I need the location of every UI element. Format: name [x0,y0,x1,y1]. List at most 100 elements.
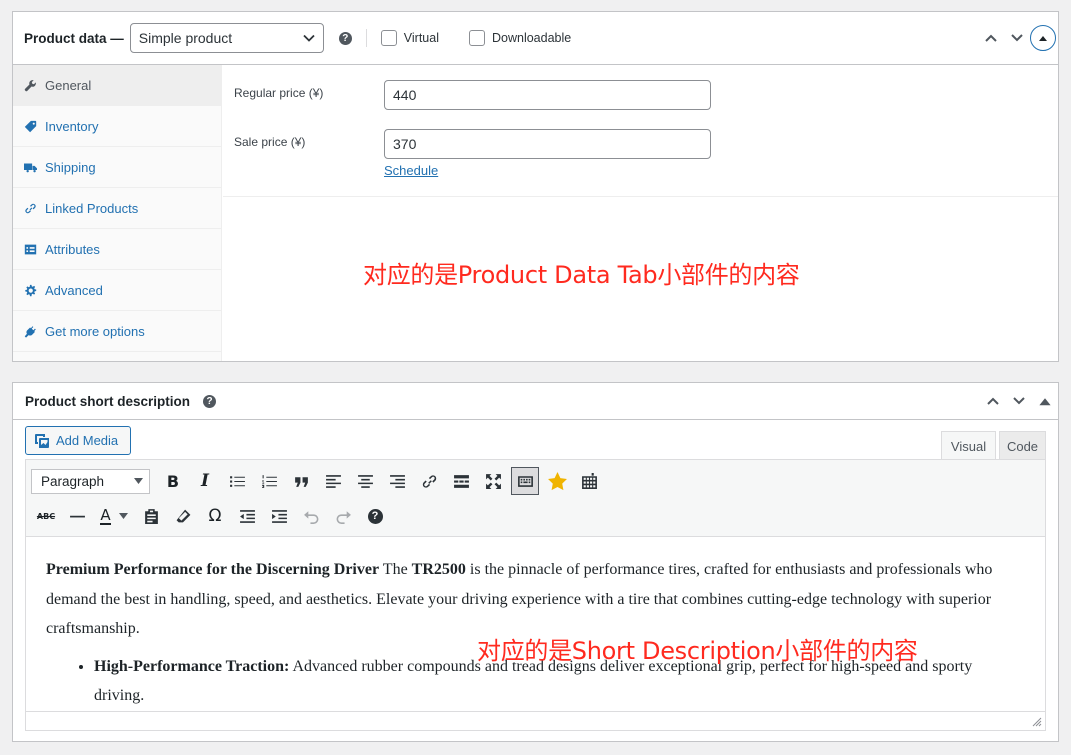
tab-inventory[interactable]: Inventory [13,106,221,147]
indent-button[interactable] [263,502,295,530]
virtual-checkbox[interactable]: Virtual [380,30,439,46]
virtual-label: Virtual [403,31,439,45]
text-color-button[interactable]: A [93,502,135,530]
tab-linked-products[interactable]: Linked Products [13,188,221,229]
tab-get-more-options[interactable]: Get more options [13,311,221,352]
toolbar-row-1: Paragraph B I [31,467,605,495]
align-center-button[interactable] [349,467,381,495]
downloadable-checkbox[interactable]: Downloadable [468,30,571,46]
add-media-label: Add Media [56,433,119,448]
move-up-button[interactable] [980,388,1006,414]
short-description-panel: Product short description ? Add Media Vi… [12,382,1059,742]
indent-icon [271,509,287,523]
keyboard-shortcuts-button[interactable]: ? [359,502,391,530]
horizontal-line-button[interactable] [61,502,93,530]
toggle-panel-button[interactable] [1030,25,1056,51]
eraser-icon [176,509,190,522]
panel-controls [980,383,1058,419]
schedule-link[interactable]: Schedule [384,163,438,178]
toggle-panel-button[interactable] [1032,388,1058,414]
triangle-down-icon [118,513,128,519]
table-grid-button[interactable] [573,467,605,495]
tab-general[interactable]: General [13,65,221,106]
bullet-title: High-Performance Traction: [94,657,290,675]
sale-price-value: 370 [393,136,417,152]
italic-icon: I [201,471,209,491]
editor-content[interactable]: Premium Performance for the Discerning D… [26,537,1045,711]
editor-resize-bar[interactable] [26,711,1045,730]
product-data-title: Product data — [24,30,124,46]
resize-grip-icon [1032,717,1042,727]
checkbox-box[interactable] [468,30,485,46]
wrench-icon [23,78,37,92]
triangle-up-icon [1039,36,1047,41]
help-icon[interactable]: ? [203,394,217,408]
undo-button[interactable] [295,502,327,530]
toolbar-toggle-button[interactable] [511,467,539,495]
product-data-tabs: General Inventory Shipping Linked Produc… [13,65,222,361]
omega-icon: Ω [208,506,222,526]
strikethrough-button[interactable]: ABC [31,502,61,530]
format-select[interactable]: Paragraph [31,468,150,494]
chevron-up-icon [987,397,999,405]
align-left-button[interactable] [317,467,349,495]
chevron-down-icon [1011,34,1023,42]
fullscreen-button[interactable] [477,467,509,495]
quote-icon [294,476,308,487]
product-data-panel: Product data — Simple product ? Virtual … [12,11,1059,362]
gear-icon [23,283,37,297]
add-media-icon [35,433,49,448]
special-character-button[interactable]: Ω [199,502,231,530]
read-more-icon [453,474,469,488]
tab-code[interactable]: Code [999,431,1046,460]
clipboard-icon [144,508,158,524]
align-left-icon [325,474,341,488]
tab-visual[interactable]: Visual [941,431,996,460]
redo-button[interactable] [327,502,359,530]
insert-link-button[interactable] [413,467,445,495]
undo-icon [303,510,318,524]
triangle-down-icon [134,478,143,484]
blockquote-button[interactable] [285,467,317,495]
read-more-button[interactable] [445,467,477,495]
plug-icon [23,324,37,338]
tab-advanced[interactable]: Advanced [13,270,221,311]
outdent-button[interactable] [231,502,263,530]
move-up-button[interactable] [978,25,1004,51]
link-icon [23,201,37,215]
tab-shipping[interactable]: Shipping [13,147,221,188]
fullscreen-icon [485,473,501,489]
content-heading: Premium Performance for the Discerning D… [46,561,380,578]
add-media-button[interactable]: Add Media [25,426,131,455]
editor: Paragraph B I ABC A Ω ? Premium Performa… [25,459,1046,731]
tab-label: Advanced [45,282,103,298]
tab-attributes[interactable]: Attributes [13,229,221,270]
move-down-button[interactable] [1004,25,1030,51]
toolbar-row-2: ABC A Ω ? [31,502,391,530]
annotation-product-data: 对应的是Product Data Tab小部件的内容 [363,261,800,289]
link-icon [422,474,436,488]
paste-text-button[interactable] [135,502,167,530]
star-button[interactable] [541,467,573,495]
editor-toolbar: Paragraph B I ABC A Ω ? [26,460,1045,537]
help-icon[interactable]: ? [338,31,352,45]
divider [365,29,367,47]
panel-controls [978,12,1058,64]
move-down-button[interactable] [1006,388,1032,414]
numbered-list-icon [261,474,277,488]
bold-button[interactable]: B [157,467,189,495]
numbered-list-button[interactable] [253,467,285,495]
clear-formatting-button[interactable] [167,502,199,530]
triangle-up-icon [1039,398,1051,406]
product-type-select[interactable]: Simple product [129,23,324,53]
sale-price-input[interactable]: 370 [384,129,711,159]
chevron-down-icon [303,34,315,42]
bullet-list-button[interactable] [221,467,253,495]
regular-price-input[interactable]: 440 [384,80,711,110]
sale-price-label: Sale price (¥) [234,135,306,149]
checkbox-box[interactable] [380,30,397,46]
italic-button[interactable]: I [189,467,221,495]
align-right-button[interactable] [381,467,413,495]
regular-price-label: Regular price (¥) [234,86,324,100]
product-data-header: Product data — Simple product ? Virtual … [13,12,1058,65]
